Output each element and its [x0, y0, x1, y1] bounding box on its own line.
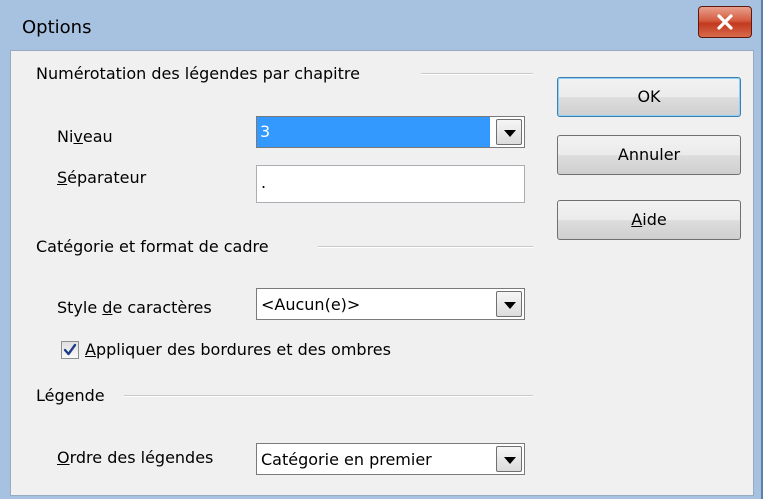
help-button[interactable]: Aide	[557, 200, 741, 240]
close-icon	[717, 14, 733, 30]
char-style-value: <Aucun(e)>	[261, 295, 361, 314]
level-value: 3	[257, 117, 490, 147]
char-style-label: Style de caractères	[57, 298, 212, 317]
chevron-down-icon[interactable]	[496, 446, 522, 472]
title-bar[interactable]: Options	[0, 0, 761, 44]
dialog-window: Options Numérotation des légendes par ch…	[0, 0, 763, 499]
chevron-down-icon[interactable]	[496, 119, 522, 145]
apply-borders-checkbox[interactable]	[61, 341, 79, 359]
dialog-content: Numérotation des légendes par chapitre N…	[10, 50, 754, 496]
separator-value: .	[261, 173, 267, 192]
group-divider	[421, 73, 533, 75]
group-divider	[124, 395, 533, 397]
caption-order-value: Catégorie en premier	[261, 450, 432, 469]
group-divider	[318, 246, 533, 248]
chevron-down-icon[interactable]	[496, 291, 522, 317]
group-title-caption: Légende	[36, 386, 105, 405]
level-dropdown[interactable]: 3	[256, 116, 525, 148]
window-title: Options	[22, 17, 92, 38]
level-label: Niveau	[57, 127, 113, 146]
char-style-dropdown[interactable]: <Aucun(e)>	[256, 288, 525, 320]
close-button[interactable]	[698, 6, 752, 38]
cancel-button[interactable]: Annuler	[557, 135, 741, 175]
caption-order-dropdown[interactable]: Catégorie en premier	[256, 443, 525, 475]
group-title-category: Catégorie et format de cadre	[36, 237, 269, 256]
apply-borders-label[interactable]: Appliquer des bordures et des ombres	[85, 340, 391, 359]
group-title-numbering: Numérotation des légendes par chapitre	[36, 64, 360, 83]
caption-order-label: Ordre des légendes	[57, 448, 214, 467]
separator-label: Séparateur	[57, 168, 147, 187]
separator-input[interactable]: .	[256, 165, 525, 203]
checkmark-icon	[63, 343, 77, 356]
ok-button[interactable]: OK	[557, 77, 741, 117]
